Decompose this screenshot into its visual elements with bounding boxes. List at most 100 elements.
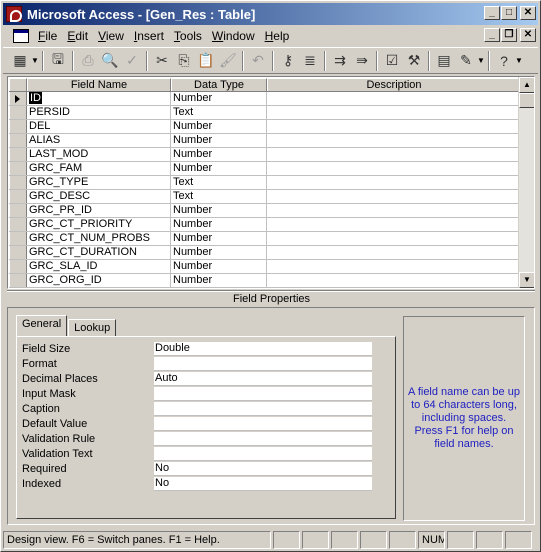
row-selector[interactable]	[9, 106, 27, 119]
menu-view[interactable]: View	[93, 29, 129, 43]
indexes-icon[interactable]: ≣	[299, 50, 321, 72]
table-row[interactable]: GRC_FAM Number	[9, 162, 521, 176]
prop-value[interactable]	[154, 431, 372, 446]
row-selector[interactable]	[9, 260, 27, 273]
scroll-up-icon[interactable]: ▲	[519, 77, 534, 93]
maximize-button[interactable]: □	[501, 6, 517, 20]
field-name-cell[interactable]: PERSID	[27, 106, 171, 119]
delete-rows-icon[interactable]: ⇛	[351, 50, 373, 72]
data-type-cell[interactable]: Number	[171, 274, 267, 287]
print-icon[interactable]: ⎙	[77, 50, 99, 72]
row-selector[interactable]	[9, 232, 27, 245]
row-selector[interactable]	[9, 148, 27, 161]
tab-lookup[interactable]: Lookup	[68, 319, 117, 336]
prop-default-value[interactable]: Default Value	[22, 416, 387, 431]
format-painter-icon[interactable]: 🖌	[217, 50, 239, 72]
field-name-cell[interactable]: GRC_SLA_ID	[27, 260, 171, 273]
field-name-cell[interactable]: ALIAS	[27, 134, 171, 147]
table-row[interactable]: DEL Number	[9, 120, 521, 134]
data-type-cell[interactable]: Text	[171, 190, 267, 203]
header-description[interactable]: Description	[267, 78, 521, 91]
row-selector[interactable]	[9, 92, 27, 105]
data-type-cell[interactable]: Number	[171, 260, 267, 273]
field-name-cell[interactable]: GRC_CT_DURATION	[27, 246, 171, 259]
data-type-cell[interactable]: Number	[171, 232, 267, 245]
field-name-cell[interactable]: ID	[27, 92, 171, 105]
description-cell[interactable]	[267, 120, 521, 133]
row-selector[interactable]	[9, 218, 27, 231]
prop-validation-text[interactable]: Validation Text	[22, 446, 387, 461]
prop-value[interactable]	[154, 356, 372, 371]
paste-icon[interactable]: 📋	[195, 50, 217, 72]
field-name-cell[interactable]: GRC_TYPE	[27, 176, 171, 189]
database-window-icon[interactable]: ▤	[433, 50, 455, 72]
field-name-cell[interactable]: GRC_CT_PRIORITY	[27, 218, 171, 231]
field-name-cell[interactable]: GRC_FAM	[27, 162, 171, 175]
copy-icon[interactable]: ⎘	[173, 50, 195, 72]
table-row[interactable]: GRC_PR_ID Number	[9, 204, 521, 218]
header-field-name[interactable]: Field Name	[27, 78, 171, 91]
save-icon[interactable]: 🖫	[47, 50, 69, 72]
prop-value[interactable]: No	[154, 461, 372, 476]
title-bar[interactable]: Microsoft Access - [Gen_Res : Table] _ □…	[3, 3, 538, 25]
table-row[interactable]: GRC_SLA_ID Number	[9, 260, 521, 274]
prop-caption[interactable]: Caption	[22, 401, 387, 416]
row-selector[interactable]	[9, 134, 27, 147]
table-row[interactable]: GRC_DESC Text	[9, 190, 521, 204]
prop-input-mask[interactable]: Input Mask	[22, 386, 387, 401]
print-preview-icon[interactable]: 🔍	[99, 50, 121, 72]
data-type-cell[interactable]: Number	[171, 162, 267, 175]
close-button[interactable]: ✕	[520, 6, 536, 20]
prop-value[interactable]: No	[154, 476, 372, 491]
table-row[interactable]: GRC_CT_DURATION Number	[9, 246, 521, 260]
insert-rows-icon[interactable]: ⇉	[329, 50, 351, 72]
description-cell[interactable]	[267, 92, 521, 105]
minimize-button[interactable]: _	[484, 6, 500, 20]
primary-key-icon[interactable]: ⚷	[277, 50, 299, 72]
prop-indexed[interactable]: Indexed No	[22, 476, 387, 491]
description-cell[interactable]	[267, 260, 521, 273]
row-selector[interactable]	[9, 246, 27, 259]
access-app-icon[interactable]	[6, 6, 22, 22]
build-icon[interactable]: ⚒	[403, 50, 425, 72]
doc-close-button[interactable]: ✕	[520, 28, 536, 42]
menu-file[interactable]: File	[33, 29, 62, 43]
menu-insert[interactable]: Insert	[129, 29, 169, 43]
description-cell[interactable]	[267, 134, 521, 147]
description-cell[interactable]	[267, 218, 521, 231]
menu-tools[interactable]: Tools	[169, 29, 207, 43]
new-object-icon[interactable]: ✎	[455, 50, 477, 72]
scroll-down-icon[interactable]: ▼	[519, 272, 534, 288]
view-icon[interactable]: ▦	[9, 50, 31, 72]
data-type-cell[interactable]: Number	[171, 134, 267, 147]
prop-decimal-places[interactable]: Decimal Places Auto	[22, 371, 387, 386]
help-icon[interactable]: ?	[493, 50, 515, 72]
data-type-cell[interactable]: Number	[171, 92, 267, 105]
description-cell[interactable]	[267, 106, 521, 119]
tab-general[interactable]: General	[16, 315, 68, 336]
description-cell[interactable]	[267, 246, 521, 259]
menu-window[interactable]: Window	[207, 29, 260, 43]
prop-value[interactable]	[154, 401, 372, 416]
spelling-icon[interactable]: ✓	[121, 50, 143, 72]
field-name-cell[interactable]: GRC_ORG_ID	[27, 274, 171, 287]
prop-value[interactable]: Double	[154, 341, 372, 356]
grid-vertical-scrollbar[interactable]: ▲ ▼	[518, 77, 534, 288]
prop-format[interactable]: Format	[22, 356, 387, 371]
table-row[interactable]: ID Number	[9, 92, 521, 106]
prop-value[interactable]	[154, 446, 372, 461]
field-name-cell[interactable]: GRC_PR_ID	[27, 204, 171, 217]
menu-edit[interactable]: Edit	[62, 29, 93, 43]
row-selector[interactable]	[9, 162, 27, 175]
help-dropdown-icon[interactable]: ▼	[515, 56, 523, 65]
description-cell[interactable]	[267, 148, 521, 161]
prop-required[interactable]: Required No	[22, 461, 387, 476]
table-row[interactable]: ALIAS Number	[9, 134, 521, 148]
field-name-cell[interactable]: LAST_MOD	[27, 148, 171, 161]
table-row[interactable]: LAST_MOD Number	[9, 148, 521, 162]
prop-value[interactable]	[154, 386, 372, 401]
description-cell[interactable]	[267, 232, 521, 245]
description-cell[interactable]	[267, 176, 521, 189]
description-cell[interactable]	[267, 190, 521, 203]
prop-value[interactable]: Auto	[154, 371, 372, 386]
